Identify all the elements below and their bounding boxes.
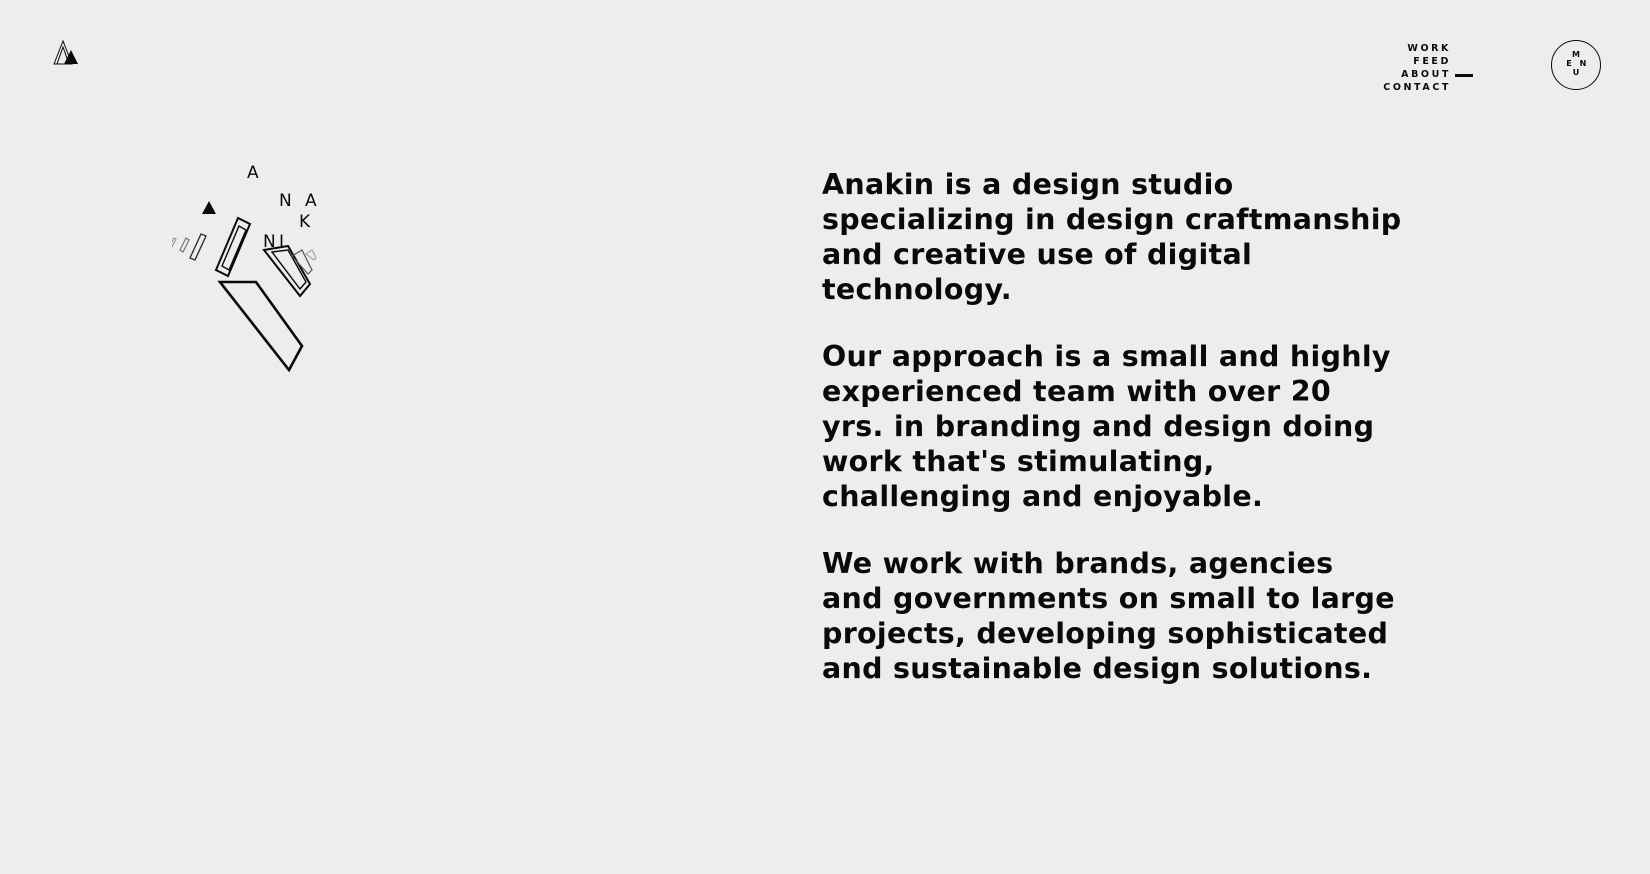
about-paragraph: Our approach is a small and highly exper…: [822, 340, 1391, 513]
main-nav: WORK FEED ABOUT CONTACT: [1383, 42, 1473, 94]
illustration-letter: A: [247, 163, 259, 183]
nav-item-contact[interactable]: CONTACT: [1383, 81, 1451, 94]
about-section: Anakin is a design studio specializing i…: [822, 167, 1402, 718]
anakin-illustration: A N A K I N: [172, 163, 317, 373]
menu-letter: N: [1579, 59, 1587, 68]
nav-item-feed[interactable]: FEED: [1383, 55, 1451, 68]
illustration-letter: A: [305, 191, 317, 211]
menu-letter: U: [1572, 68, 1580, 77]
illustration-letter: I: [279, 232, 284, 252]
menu-button[interactable]: M E N U: [1551, 40, 1601, 90]
about-paragraph: Anakin is a design studio specializing i…: [822, 168, 1402, 306]
triangle-logo-icon[interactable]: [52, 38, 80, 66]
illustration-letter: K: [299, 212, 311, 232]
menu-letter: M: [1572, 50, 1580, 59]
triangle-mark: [202, 201, 216, 214]
menu-letter: E: [1566, 59, 1572, 68]
about-paragraph: We work with brands, agencies and govern…: [822, 547, 1395, 685]
nav-item-work[interactable]: WORK: [1383, 42, 1451, 55]
nav-item-about[interactable]: ABOUT: [1383, 68, 1473, 81]
illustration-letter: N: [279, 191, 292, 211]
